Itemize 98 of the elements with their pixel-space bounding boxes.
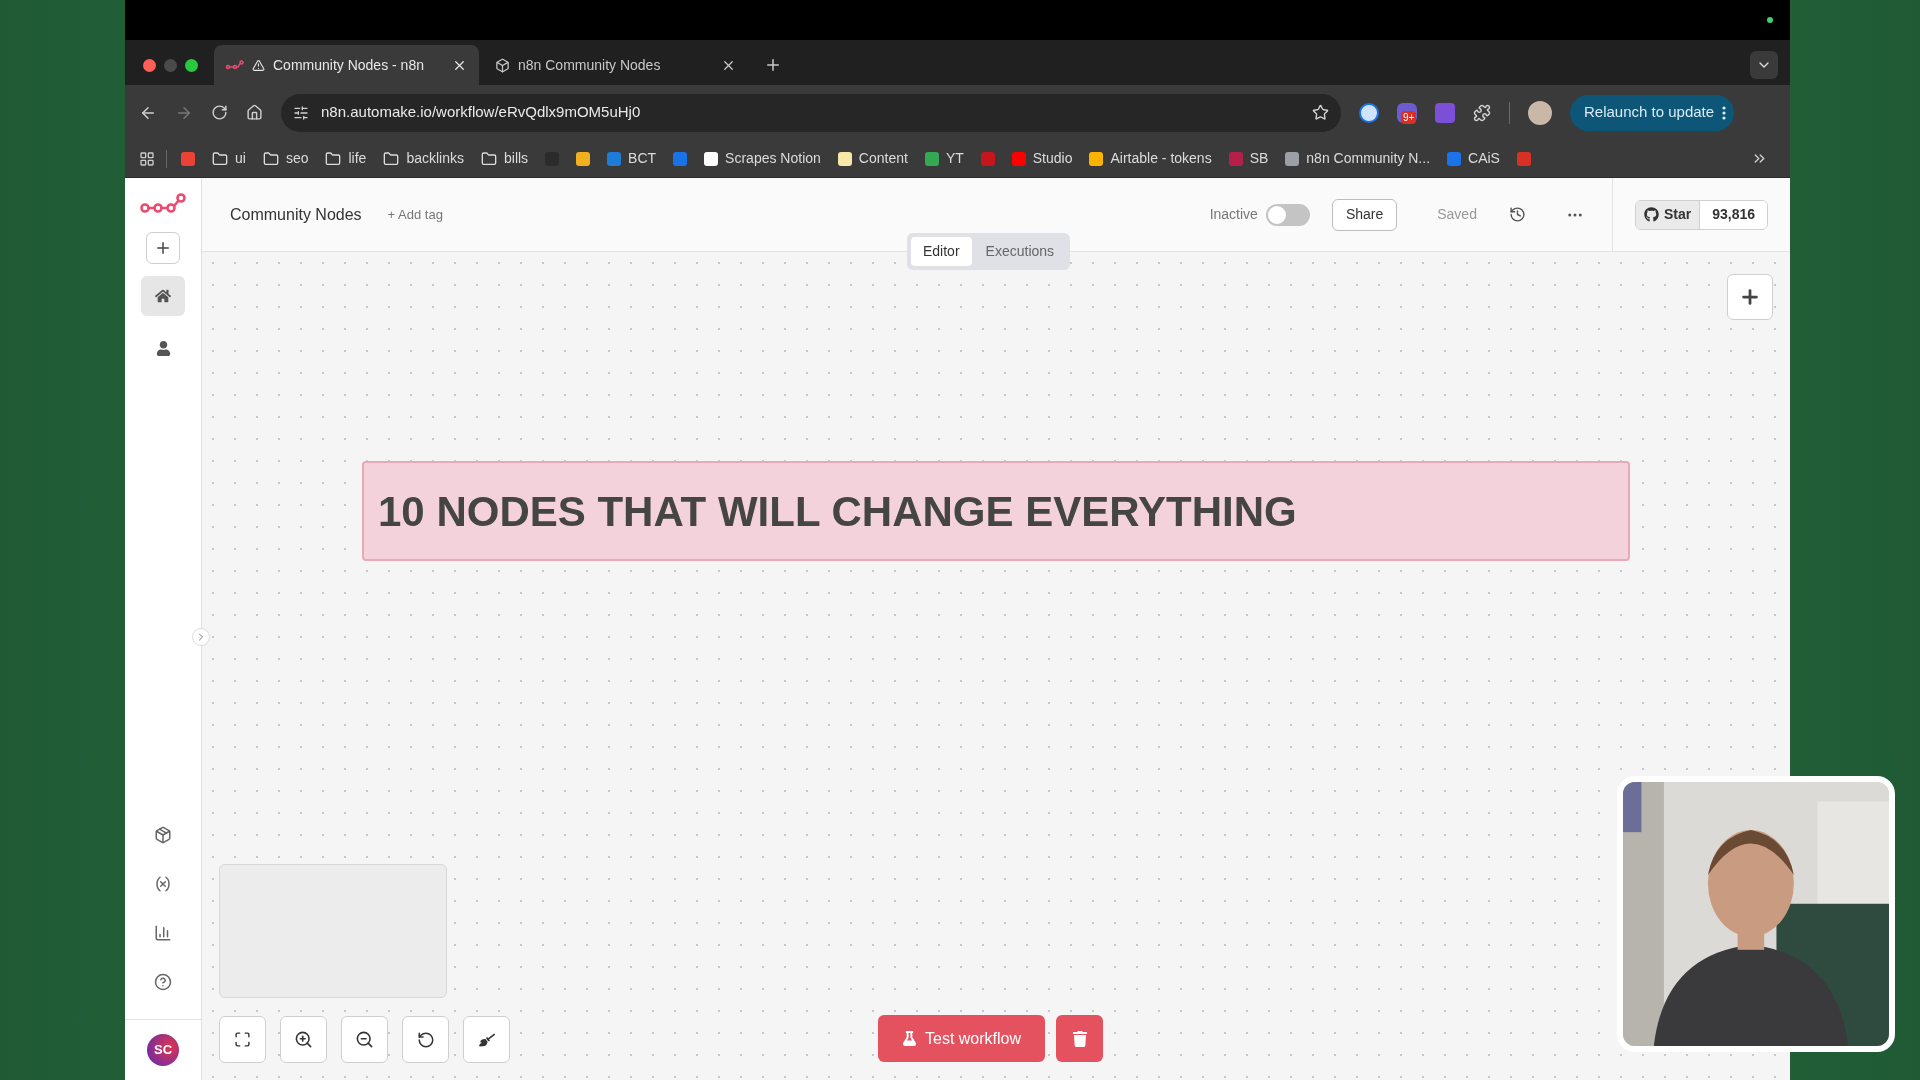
active-toggle[interactable]: [1265, 203, 1310, 226]
reset-zoom-button[interactable]: [402, 1016, 449, 1063]
maximize-window-button[interactable]: [185, 58, 198, 72]
bookmark-label: CAiS: [1468, 149, 1500, 168]
delete-button[interactable]: [1056, 1015, 1104, 1062]
zoom-out-button[interactable]: [341, 1016, 388, 1063]
relaunch-button[interactable]: Relaunch to update: [1570, 94, 1735, 131]
bookmark[interactable]: n8n Community N...: [1278, 144, 1438, 173]
share-button[interactable]: Share: [1331, 198, 1398, 231]
bookmark-label: Content: [858, 149, 908, 168]
star-button[interactable]: Star: [1635, 200, 1700, 229]
zoom-out-icon: [355, 1030, 374, 1049]
bookmark-label: SB: [1249, 149, 1269, 168]
zoom-in-button[interactable]: [280, 1016, 327, 1063]
more-icon: [1722, 105, 1727, 120]
saved-label: Saved: [1437, 205, 1477, 224]
flask-icon: [902, 1031, 917, 1046]
bookmark[interactable]: BCT: [600, 144, 664, 173]
add-node-button[interactable]: [1727, 274, 1773, 320]
workflow-name[interactable]: Community Nodes: [230, 202, 362, 227]
cube-icon: [495, 57, 510, 73]
star-count: 93,816: [1699, 200, 1767, 229]
history-icon[interactable]: [1508, 206, 1526, 223]
user-icon: [155, 340, 171, 356]
extensions-icon[interactable]: [1473, 103, 1491, 122]
bookmark[interactable]: Airtable - tokens: [1082, 144, 1219, 173]
zoom-in-icon: [294, 1030, 313, 1049]
plus-icon: [1739, 286, 1761, 308]
add-button[interactable]: [146, 232, 180, 264]
bookmark-label: life: [348, 149, 367, 168]
bookmark[interactable]: seo: [255, 144, 316, 173]
folder-icon: [325, 150, 342, 167]
bookmark-label: backlinks: [406, 149, 464, 168]
view-tab[interactable]: Executions: [973, 237, 1067, 266]
password-extension-icon[interactable]: [1359, 102, 1379, 123]
camera-indicator: [1767, 17, 1773, 23]
bookmark-label: Airtable - tokens: [1110, 149, 1212, 168]
fullscreen-icon: [234, 1031, 251, 1048]
folder-icon: [481, 150, 497, 167]
bookmark-label: ui: [235, 149, 246, 168]
bookmark-label: Scrapes Notion: [725, 149, 821, 168]
help-icon[interactable]: [154, 973, 172, 991]
tab-title: Community Nodes - n8n: [273, 55, 425, 75]
bookmark[interactable]: life: [318, 144, 374, 173]
close-window-button[interactable]: [143, 58, 156, 72]
variable-icon[interactable]: [154, 875, 172, 893]
home-icon[interactable]: [246, 104, 263, 121]
bookmark[interactable]: Scrapes Notion: [697, 144, 828, 173]
bookmark-label: bills: [504, 149, 529, 168]
bookmark-label: BCT: [628, 149, 657, 168]
folder-icon: [212, 150, 228, 167]
sticky-note-text: 10 NODES THAT WILL CHANGE EVERYTHING: [378, 486, 1297, 537]
folder-icon: [383, 150, 400, 167]
tab-title: n8n Community Nodes: [518, 55, 662, 75]
trash-icon: [1071, 1030, 1088, 1047]
new-tab-icon[interactable]: [764, 56, 782, 74]
fit-view-button[interactable]: [219, 1016, 266, 1063]
bookmark[interactable]: backlinks: [376, 144, 471, 173]
browser-tab[interactable]: Community Nodes - n8n: [214, 45, 479, 85]
bookmark[interactable]: CAiS: [1440, 144, 1507, 173]
url-text: n8n.automake.io/workflow/eRvQdlx9mOM5uHj0: [321, 102, 642, 123]
browser-tab[interactable]: n8n Community Nodes: [483, 45, 748, 85]
package-icon[interactable]: [154, 826, 172, 844]
sidebar-item[interactable]: [141, 276, 185, 316]
test-workflow-button[interactable]: Test workflow: [878, 1015, 1046, 1062]
user-avatar[interactable]: SC: [147, 1034, 179, 1066]
view-tab[interactable]: Editor: [911, 237, 972, 266]
bookmark[interactable]: SB: [1221, 144, 1276, 173]
n8n-logo-icon[interactable]: [140, 192, 186, 216]
folder-icon: [262, 150, 279, 167]
sticky-note[interactable]: 10 NODES THAT WILL CHANGE EVERYTHING: [362, 461, 1630, 561]
bookmark[interactable]: bills: [474, 144, 536, 173]
bookmark-label: Studio: [1032, 149, 1073, 168]
plus-icon: [154, 239, 172, 257]
bookmark-label: YT: [945, 149, 964, 168]
profile-avatar[interactable]: [1528, 100, 1552, 125]
reload-icon[interactable]: [211, 104, 228, 121]
status-label: Inactive: [1209, 205, 1258, 224]
address-bar[interactable]: n8n.automake.io/workflow/eRvQdlx9mOM5uHj0: [281, 93, 1341, 132]
undo-icon: [416, 1030, 435, 1049]
bookmark[interactable]: ui: [205, 144, 253, 173]
broom-icon: [478, 1031, 495, 1048]
site-settings-icon[interactable]: [293, 104, 309, 121]
bookmark[interactable]: Content: [830, 144, 915, 173]
n8n-logo-icon: [226, 60, 244, 70]
apps-icon[interactable]: [139, 150, 155, 167]
github-icon: [1643, 207, 1659, 222]
bookmark-star-icon[interactable]: [1312, 104, 1329, 121]
tidy-up-button[interactable]: [463, 1016, 510, 1063]
bookmark-label: n8n Community N...: [1306, 149, 1431, 168]
chart-icon[interactable]: [154, 924, 172, 942]
github-star-widget[interactable]: Star 93,816: [1634, 199, 1768, 230]
tab-search-button[interactable]: [1750, 51, 1778, 79]
add-tag-link[interactable]: + Add tag: [387, 204, 443, 225]
bookmark-label: seo: [285, 149, 309, 168]
bookmark[interactable]: YT: [917, 144, 971, 173]
bookmark[interactable]: Studio: [1004, 144, 1080, 173]
home-icon: [155, 288, 171, 304]
